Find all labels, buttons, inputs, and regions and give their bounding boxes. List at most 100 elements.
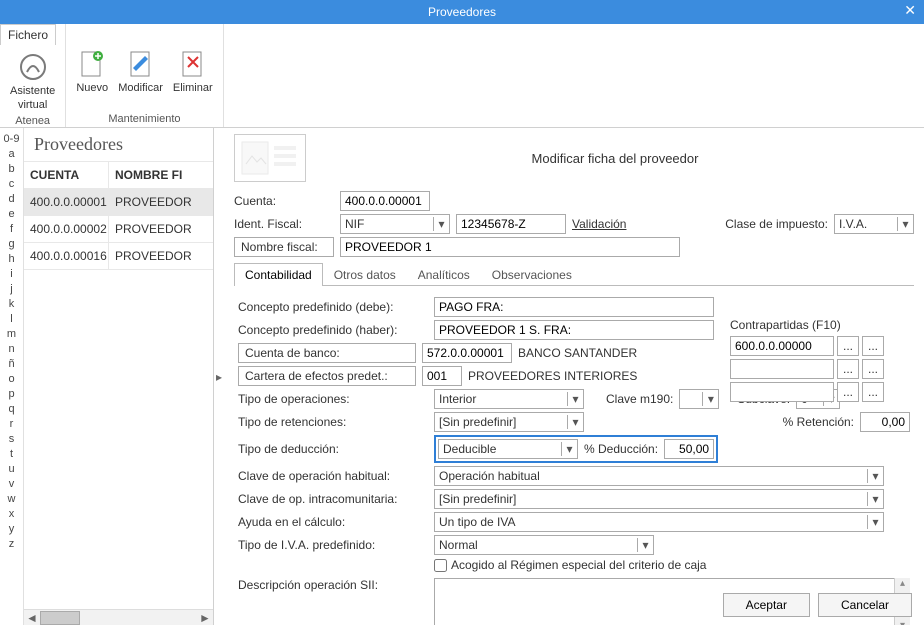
contrapartida-lookup-button[interactable]: ... — [862, 359, 884, 379]
contrapartida-input[interactable] — [730, 359, 834, 379]
ribbon-group-atenea: Atenea — [15, 115, 50, 127]
regimen-caja-checkbox[interactable]: Acogido al Régimen especial del criterio… — [434, 558, 706, 572]
cuenta-banco-input[interactable] — [422, 343, 512, 363]
contrapartida-lookup-button[interactable]: ... — [862, 336, 884, 356]
predef-haber-input[interactable] — [434, 320, 714, 340]
tipo-op-combo[interactable]: Interior▾ — [434, 389, 584, 409]
nombre-fiscal-input[interactable] — [340, 237, 680, 257]
chevron-down-icon[interactable]: ▾ — [867, 515, 883, 529]
chevron-down-icon[interactable]: ▾ — [561, 442, 577, 456]
main: 0-9abcdefghijklmnñopqrstuvwxyz Proveedor… — [0, 128, 924, 625]
table-row[interactable]: 400.0.0.00016PROVEEDOR — [24, 243, 213, 270]
tab-observaciones[interactable]: Observaciones — [481, 263, 583, 286]
scroll-up-icon[interactable]: ▴ — [900, 578, 905, 589]
tipo-ded-combo[interactable]: Deducible▾ — [438, 439, 578, 459]
aceptar-button[interactable]: Aceptar — [723, 593, 810, 617]
clase-impuesto-combo[interactable]: I.V.A.▾ — [834, 214, 914, 234]
cartera-input[interactable] — [422, 366, 462, 386]
image-placeholder[interactable] — [234, 134, 306, 182]
cartera-button[interactable]: Cartera de efectos predet.: — [238, 366, 416, 386]
contrapartida-lookup-button[interactable]: ... — [837, 359, 859, 379]
chevron-down-icon[interactable]: ▾ — [867, 492, 883, 506]
tab-otros-datos[interactable]: Otros datos — [323, 263, 407, 286]
alpha-j[interactable]: j — [0, 282, 23, 297]
clave-oper-combo[interactable]: Operación habitual▾ — [434, 466, 884, 486]
chevron-down-icon[interactable]: ▾ — [433, 217, 449, 231]
table-row[interactable]: 400.0.0.00002PROVEEDOR — [24, 216, 213, 243]
alpha-g[interactable]: g — [0, 237, 23, 252]
alpha-w[interactable]: w — [0, 492, 23, 507]
contrapartida-lookup-button[interactable]: ... — [862, 382, 884, 402]
modificar-button[interactable]: Modificar — [116, 46, 165, 96]
alpha-q[interactable]: q — [0, 402, 23, 417]
chevron-down-icon[interactable]: ▾ — [702, 392, 718, 406]
pct-ret-input[interactable] — [860, 412, 910, 432]
alpha-v[interactable]: v — [0, 477, 23, 492]
contrapartida-input[interactable] — [730, 336, 834, 356]
ident-fiscal-input[interactable] — [456, 214, 566, 234]
alpha-t[interactable]: t — [0, 447, 23, 462]
alpha-n[interactable]: n — [0, 342, 23, 357]
collapse-handle-icon[interactable]: ▸ — [214, 128, 224, 625]
ayuda-combo[interactable]: Un tipo de IVA▾ — [434, 512, 884, 532]
eliminar-button[interactable]: Eliminar — [171, 46, 215, 96]
clave-intra-combo[interactable]: [Sin predefinir]▾ — [434, 489, 884, 509]
contrapartida-input[interactable] — [730, 382, 834, 402]
alpha-f[interactable]: f — [0, 222, 23, 237]
alpha-ñ[interactable]: ñ — [0, 357, 23, 372]
regimen-caja-input[interactable] — [434, 559, 447, 572]
table-row[interactable]: 400.0.0.00001PROVEEDOR — [24, 189, 213, 216]
chevron-down-icon[interactable]: ▾ — [867, 469, 883, 483]
predef-debe-input[interactable] — [434, 297, 714, 317]
close-icon[interactable]: ✕ — [904, 2, 916, 19]
scroll-down-icon[interactable]: ▾ — [900, 620, 905, 625]
alpha-a[interactable]: a — [0, 147, 23, 162]
new-file-icon — [76, 48, 108, 80]
asistente-virtual-button[interactable]: Asistente virtual — [8, 49, 57, 113]
tab-analiticos[interactable]: Analíticos — [407, 263, 481, 286]
alpha-l[interactable]: l — [0, 312, 23, 327]
alpha-m[interactable]: m — [0, 327, 23, 342]
scroll-left-icon[interactable]: ◄ — [24, 610, 40, 625]
alpha-r[interactable]: r — [0, 417, 23, 432]
alpha-i[interactable]: i — [0, 267, 23, 282]
alpha-u[interactable]: u — [0, 462, 23, 477]
tipo-ret-combo[interactable]: [Sin predefinir]▾ — [434, 412, 584, 432]
alpha-z[interactable]: z — [0, 537, 23, 552]
cuenta-input[interactable] — [340, 191, 430, 211]
col-nombre[interactable]: NOMBRE FI — [109, 162, 213, 188]
chevron-down-icon[interactable]: ▾ — [637, 538, 653, 552]
contrapartida-lookup-button[interactable]: ... — [837, 336, 859, 356]
clave-m190-combo[interactable]: ▾ — [679, 389, 719, 409]
ident-tipo-combo[interactable]: NIF▾ — [340, 214, 450, 234]
nuevo-button[interactable]: Nuevo — [74, 46, 110, 96]
alpha-x[interactable]: x — [0, 507, 23, 522]
alpha-k[interactable]: k — [0, 297, 23, 312]
alpha-d[interactable]: d — [0, 192, 23, 207]
alpha-y[interactable]: y — [0, 522, 23, 537]
contrapartida-lookup-button[interactable]: ... — [837, 382, 859, 402]
scroll-right-icon[interactable]: ► — [197, 610, 213, 625]
alpha-0-9[interactable]: 0-9 — [0, 132, 23, 147]
tab-contabilidad[interactable]: Contabilidad — [234, 263, 323, 286]
scroll-thumb[interactable] — [40, 611, 80, 625]
cuenta-banco-button[interactable]: Cuenta de banco: — [238, 343, 416, 363]
cancelar-button[interactable]: Cancelar — [818, 593, 912, 617]
nombre-fiscal-button[interactable]: Nombre fiscal: — [234, 237, 334, 257]
validacion-link[interactable]: Validación — [572, 217, 626, 231]
alpha-c[interactable]: c — [0, 177, 23, 192]
iva-pred-combo[interactable]: Normal▾ — [434, 535, 654, 555]
alpha-b[interactable]: b — [0, 162, 23, 177]
col-cuenta[interactable]: CUENTA — [24, 162, 109, 188]
alpha-p[interactable]: p — [0, 387, 23, 402]
alpha-h[interactable]: h — [0, 252, 23, 267]
alpha-s[interactable]: s — [0, 432, 23, 447]
ribbon-tab-fichero[interactable]: Fichero — [0, 24, 56, 45]
alpha-e[interactable]: e — [0, 207, 23, 222]
chevron-down-icon[interactable]: ▾ — [897, 217, 913, 231]
pct-ded-input[interactable] — [664, 439, 714, 459]
chevron-down-icon[interactable]: ▾ — [567, 415, 583, 429]
alpha-o[interactable]: o — [0, 372, 23, 387]
chevron-down-icon[interactable]: ▾ — [567, 392, 583, 406]
horizontal-scrollbar[interactable]: ◄ ► — [24, 609, 213, 625]
